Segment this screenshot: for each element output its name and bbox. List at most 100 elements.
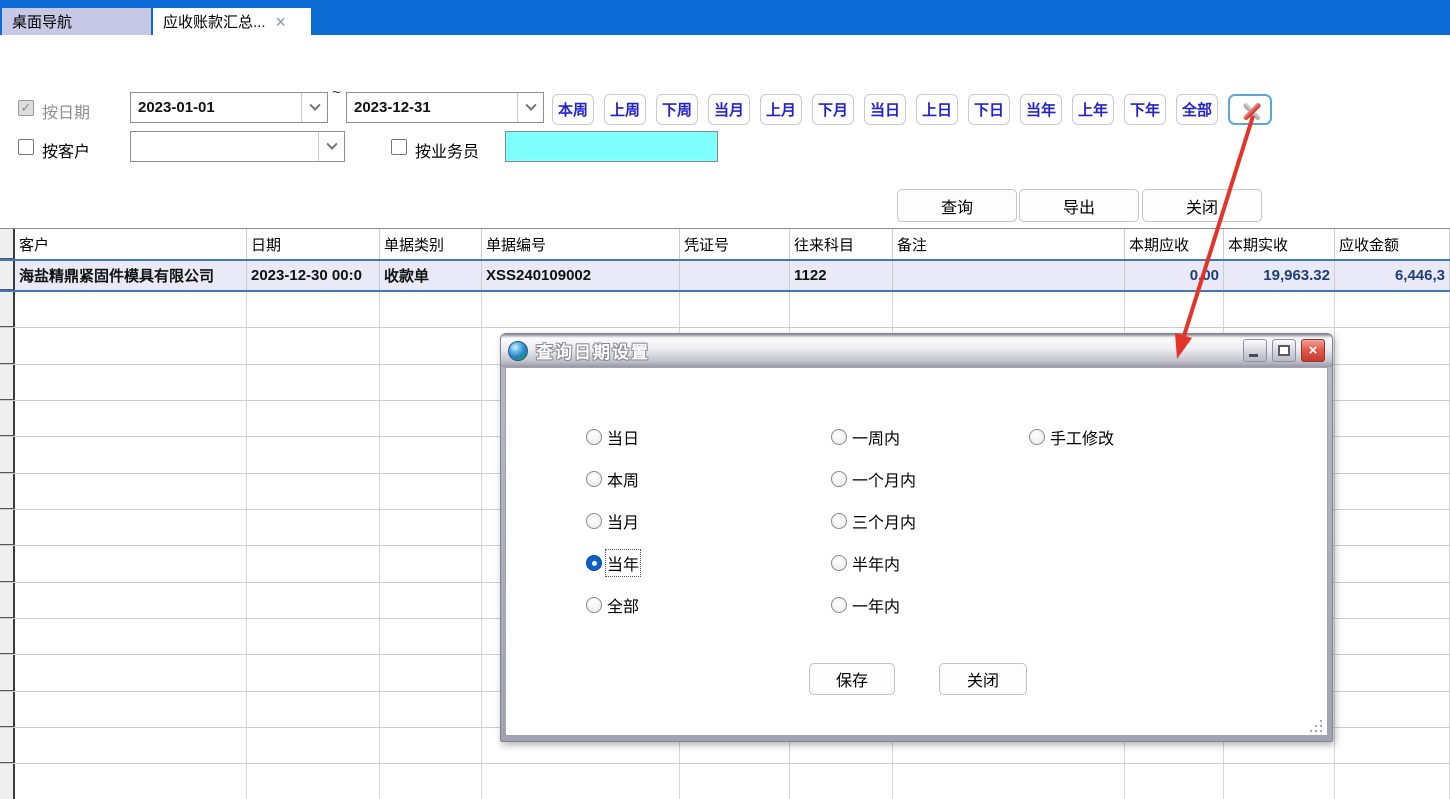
row-selector[interactable] [0, 619, 15, 654]
table-row-empty[interactable] [0, 764, 1450, 799]
quick-tomorrow-button[interactable]: 下日 [968, 94, 1010, 125]
tab-close-icon[interactable]: × [276, 13, 287, 31]
radio-circle-icon[interactable] [1029, 429, 1045, 445]
query-button[interactable]: 查询 [897, 189, 1017, 222]
col-header-current-received[interactable]: 本期实收 [1224, 229, 1335, 259]
radio-within-week[interactable]: 一周内 [831, 427, 900, 447]
dialog-close-button[interactable]: × [1301, 339, 1325, 362]
radio-circle-icon[interactable] [586, 471, 602, 487]
row-selector[interactable] [0, 692, 15, 727]
radio-within-three-months[interactable]: 三个月内 [831, 511, 916, 531]
col-header-doc-type[interactable]: 单据类别 [380, 229, 482, 259]
radio-this-year[interactable]: 当年 [586, 553, 639, 573]
table-row-empty[interactable] [0, 292, 1450, 328]
radio-circle-icon[interactable] [831, 513, 847, 529]
quick-next-week-button[interactable]: 下周 [656, 94, 698, 125]
col-header-receivable-amount[interactable]: 应收金额 [1335, 229, 1450, 259]
radio-within-half-year-label: 半年内 [852, 551, 900, 575]
radio-circle-icon[interactable] [831, 471, 847, 487]
quick-yesterday-button[interactable]: 上日 [916, 94, 958, 125]
radio-this-month[interactable]: 当月 [586, 511, 639, 531]
resize-grip[interactable] [1310, 720, 1322, 732]
row-selector[interactable] [0, 764, 15, 799]
dialog-save-button[interactable]: 保存 [809, 663, 895, 695]
radio-circle-icon[interactable] [586, 597, 602, 613]
row-selector[interactable] [0, 728, 15, 763]
quick-this-week-button[interactable]: 本周 [552, 94, 594, 125]
empty-cell [15, 328, 247, 363]
radio-within-three-months-label: 三个月内 [852, 509, 916, 533]
col-header-remark[interactable]: 备注 [893, 229, 1125, 259]
row-selector[interactable] [0, 365, 15, 400]
radio-today[interactable]: 当日 [586, 427, 639, 447]
quick-last-year-button[interactable]: 上年 [1072, 94, 1114, 125]
quick-all-button[interactable]: 全部 [1176, 94, 1218, 125]
by-salesman-checkbox[interactable] [391, 139, 407, 155]
dialog-close-action-button[interactable]: 关闭 [939, 663, 1027, 695]
dialog-titlebar[interactable]: 查询日期设置 × [501, 334, 1332, 367]
quick-today-button[interactable]: 当日 [864, 94, 906, 125]
row-selector[interactable] [0, 655, 15, 690]
empty-cell [15, 728, 247, 763]
quick-next-month-button[interactable]: 下月 [812, 94, 854, 125]
quick-last-month-button[interactable]: 上月 [760, 94, 802, 125]
row-selector[interactable] [0, 261, 15, 290]
radio-manual-edit[interactable]: 手工修改 [1029, 427, 1114, 447]
dialog-minimize-button[interactable] [1243, 339, 1267, 362]
radio-circle-icon[interactable] [831, 555, 847, 571]
salesman-input[interactable] [505, 131, 718, 162]
radio-circle-icon[interactable] [586, 429, 602, 445]
col-header-voucher-no[interactable]: 凭证号 [680, 229, 790, 259]
row-selector[interactable] [0, 328, 15, 363]
row-selector[interactable] [0, 437, 15, 472]
radio-all[interactable]: 全部 [586, 595, 639, 615]
radio-within-half-year[interactable]: 半年内 [831, 553, 900, 573]
radio-within-one-month[interactable]: 一个月内 [831, 469, 916, 489]
by-customer-checkbox[interactable] [18, 139, 34, 155]
radio-circle-icon[interactable] [831, 429, 847, 445]
date-to-combobox[interactable]: 2023-12-31 [346, 92, 544, 123]
customer-combobox[interactable] [130, 131, 345, 162]
radio-within-week-label: 一周内 [852, 425, 900, 449]
row-selector[interactable] [0, 546, 15, 581]
col-header-customer[interactable]: 客户 [15, 229, 247, 259]
quick-this-year-button[interactable]: 当年 [1020, 94, 1062, 125]
cell-doc-no: XSS240109002 [482, 261, 680, 290]
radio-this-week-label: 本周 [607, 467, 639, 491]
dialog-maximize-button[interactable] [1272, 339, 1296, 362]
cell-current-received: 19,963.32 [1224, 261, 1335, 290]
empty-cell [893, 292, 1125, 327]
customer-dropdown-button[interactable] [318, 132, 344, 161]
row-selector[interactable] [0, 401, 15, 436]
empty-cell [15, 583, 247, 618]
empty-cell [1224, 764, 1335, 799]
radio-within-one-year[interactable]: 一年内 [831, 595, 900, 615]
date-from-combobox[interactable]: 2023-01-01 [130, 92, 328, 123]
row-selector[interactable] [0, 583, 15, 618]
export-button[interactable]: 导出 [1019, 189, 1139, 222]
radio-circle-icon[interactable] [586, 513, 602, 529]
tab-receivable-summary[interactable]: 应收账款汇总... × [153, 8, 311, 35]
row-selector[interactable] [0, 292, 15, 327]
col-header-account[interactable]: 往来科目 [790, 229, 893, 259]
row-selector[interactable] [0, 510, 15, 545]
row-selector[interactable] [0, 474, 15, 509]
quick-last-week-button[interactable]: 上周 [604, 94, 646, 125]
quick-next-year-button[interactable]: 下年 [1124, 94, 1166, 125]
by-date-checkbox[interactable]: ✓ [18, 100, 34, 116]
date-from-dropdown-button[interactable] [301, 93, 327, 122]
col-header-doc-no[interactable]: 单据编号 [482, 229, 680, 259]
col-header-date[interactable]: 日期 [247, 229, 380, 259]
date-to-dropdown-button[interactable] [517, 93, 543, 122]
radio-this-week[interactable]: 本周 [586, 469, 639, 489]
empty-cell [1335, 619, 1450, 654]
empty-cell [1335, 546, 1450, 581]
close-button[interactable]: 关闭 [1142, 189, 1262, 222]
quick-this-month-button[interactable]: 当月 [708, 94, 750, 125]
table-row-selected[interactable]: 海盐精鼎紧固件模具有限公司 2023-12-30 00:0 收款单 XSS240… [0, 259, 1450, 292]
date-settings-button[interactable] [1228, 94, 1272, 125]
radio-circle-icon[interactable] [831, 597, 847, 613]
radio-circle-icon-checked[interactable] [586, 555, 602, 571]
tab-desktop-nav[interactable]: 桌面导航 [2, 8, 151, 35]
col-header-current-receivable[interactable]: 本期应收 [1125, 229, 1224, 259]
